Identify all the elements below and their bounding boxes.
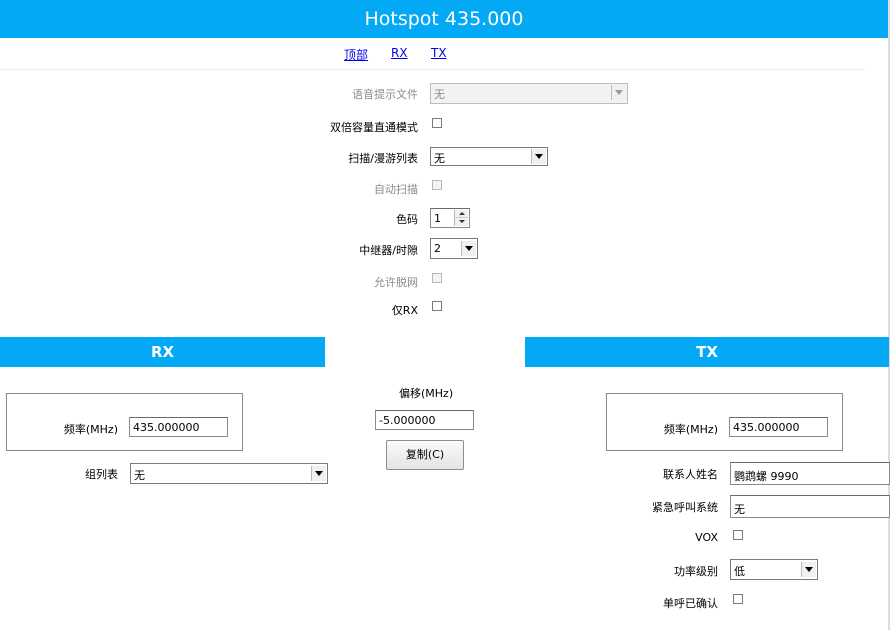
tx-section-header: TX — [525, 337, 889, 367]
chevron-down-icon — [611, 85, 626, 100]
allow-talkaround-checkbox[interactable] — [432, 273, 442, 283]
nav-link-top[interactable]: 顶部 — [344, 46, 368, 63]
scan-roam-label: 扫描/漫游列表 — [348, 152, 418, 165]
scan-roam-select[interactable]: 无 — [430, 147, 548, 166]
color-code-label: 色码 — [396, 213, 418, 226]
power-level-select[interactable]: 低 — [730, 559, 818, 580]
contact-name-label: 联系人姓名 — [663, 468, 718, 481]
offset-input[interactable]: -5.000000 — [375, 410, 474, 430]
nav-link-tx[interactable]: TX — [431, 46, 447, 60]
color-code-spinner[interactable]: 1 — [430, 208, 470, 228]
rx-only-checkbox[interactable] — [432, 301, 442, 311]
chevron-down-icon — [531, 149, 546, 164]
repeater-slot-select[interactable]: 2 — [430, 238, 478, 259]
private-call-label: 单呼已确认 — [663, 597, 718, 610]
divider — [0, 69, 866, 70]
tx-frequency-input[interactable]: 435.000000 — [729, 417, 828, 437]
dual-capacity-label: 双倍容量直通模式 — [330, 121, 418, 134]
chevron-down-icon — [801, 562, 816, 577]
chevron-down-icon — [311, 466, 326, 481]
rx-only-label: 仅RX — [391, 304, 418, 317]
dual-capacity-checkbox[interactable] — [432, 118, 442, 128]
private-call-checkbox[interactable] — [733, 594, 743, 604]
group-list-label: 组列表 — [85, 468, 118, 481]
vox-label: VOX — [695, 531, 718, 544]
auto-scan-checkbox[interactable] — [432, 180, 442, 190]
voice-prompt-select[interactable]: 无 — [430, 83, 628, 104]
contact-name-select[interactable]: 鹦鹉螺 9990 — [730, 462, 890, 485]
allow-talkaround-label: 允许脱网 — [374, 276, 418, 289]
spin-down-icon[interactable] — [454, 218, 468, 226]
chevron-down-icon — [461, 241, 476, 256]
rx-frequency-label: 频率(MHz) — [63, 423, 118, 436]
auto-scan-label: 自动扫描 — [374, 183, 418, 196]
window-edge — [888, 0, 890, 630]
offset-label: 偏移(MHz) — [399, 387, 454, 400]
page-title: Hotspot 435.000 — [0, 0, 888, 38]
spin-up-icon[interactable] — [454, 210, 468, 218]
nav-link-rx[interactable]: RX — [391, 46, 408, 60]
emergency-system-select[interactable]: 无 — [730, 495, 890, 518]
vox-checkbox[interactable] — [733, 530, 743, 540]
emergency-system-label: 紧急呼叫系统 — [652, 501, 718, 514]
copy-button[interactable]: 复制(C) — [386, 440, 464, 470]
rx-frequency-input[interactable]: 435.000000 — [129, 417, 228, 437]
repeater-slot-label: 中继器/时隙 — [359, 244, 418, 257]
power-level-label: 功率级别 — [674, 565, 718, 578]
voice-prompt-label: 语音提示文件 — [352, 88, 418, 101]
tx-frequency-label: 频率(MHz) — [663, 423, 718, 436]
rx-section-header: RX — [0, 337, 325, 367]
group-list-select[interactable]: 无 — [130, 463, 328, 484]
